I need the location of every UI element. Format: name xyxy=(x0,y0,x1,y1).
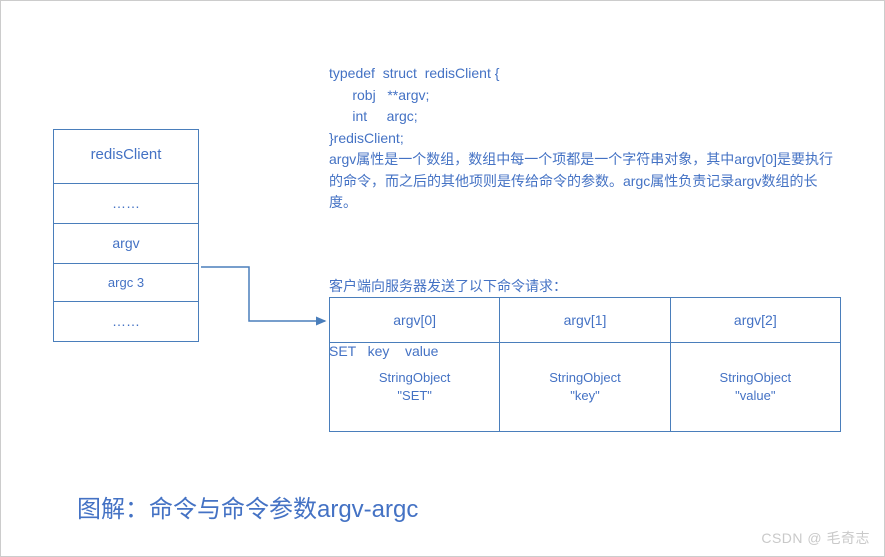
argv-type: StringObject xyxy=(549,370,621,385)
argv-header: argv[1] xyxy=(500,298,669,343)
argv-cell: StringObject "SET" xyxy=(330,343,499,431)
struct-row-ellipsis1: …… xyxy=(54,184,198,224)
argv-header: argv[2] xyxy=(671,298,840,343)
argv-col-1: argv[1] StringObject "key" xyxy=(500,298,670,431)
diagram-canvas: redisClient …… argv argc 3 …… typedef st… xyxy=(0,0,885,557)
argv-value: "key" xyxy=(570,388,599,403)
argv-col-0: argv[0] StringObject "SET" xyxy=(330,298,500,431)
struct-title: redisClient xyxy=(54,130,198,184)
argv-header: argv[0] xyxy=(330,298,499,343)
argv-type: StringObject xyxy=(379,370,451,385)
argv-cell: StringObject "key" xyxy=(500,343,669,431)
struct-row-argv: argv xyxy=(54,224,198,264)
diagram-caption: 图解：命令与命令参数argv-argc xyxy=(77,489,418,524)
watermark-text: CSDN @ 毛奇志 xyxy=(761,528,870,548)
description-text: argv属性是一个数组，数组中每一个项都是一个字符串对象，其中argv[0]是要… xyxy=(329,149,839,214)
command-intro: 客户端向服务器发送了以下命令请求： xyxy=(329,276,567,298)
code-typedef: typedef struct redisClient { robj **argv… xyxy=(329,63,499,150)
argv-cell: StringObject "value" xyxy=(671,343,840,431)
argv-array-table: argv[0] StringObject "SET" argv[1] Strin… xyxy=(329,297,841,432)
arrow-argv-to-array xyxy=(199,263,339,353)
argv-col-2: argv[2] StringObject "value" xyxy=(671,298,840,431)
argv-type: StringObject xyxy=(720,370,792,385)
struct-row-argc: argc 3 xyxy=(54,264,198,303)
argv-value: "SET" xyxy=(397,388,432,403)
argv-value: "value" xyxy=(735,388,775,403)
struct-redisclient: redisClient …… argv argc 3 …… xyxy=(53,129,199,342)
struct-row-ellipsis2: …… xyxy=(54,302,198,341)
